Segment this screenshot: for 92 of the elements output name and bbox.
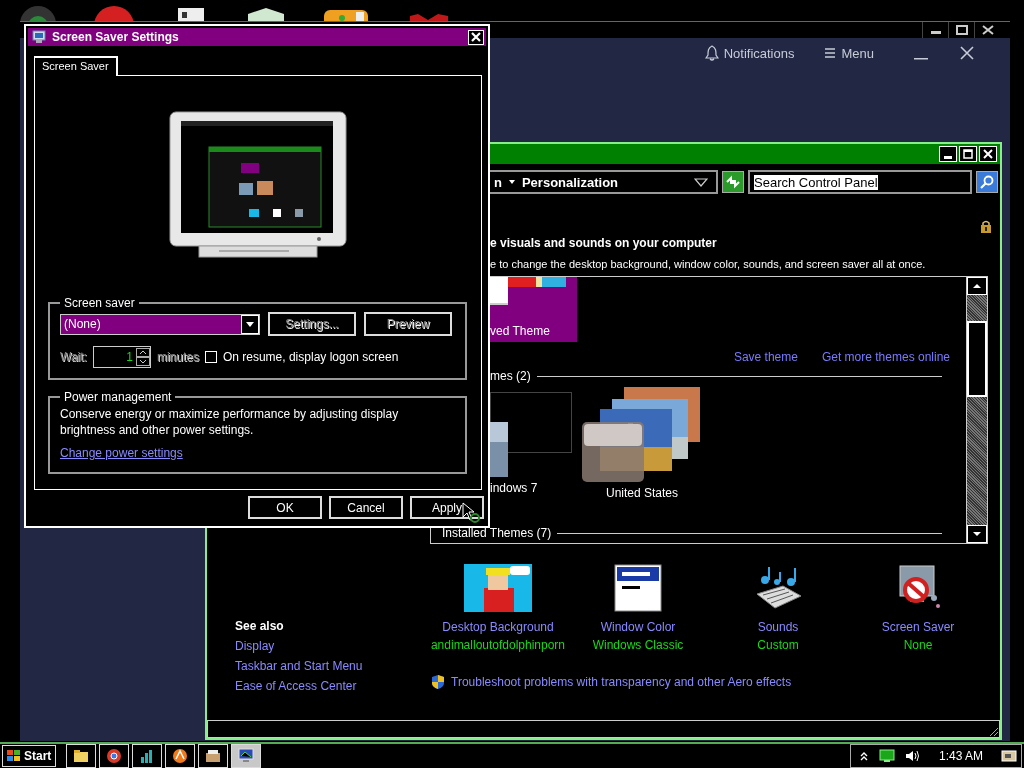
refresh-icon — [725, 175, 741, 189]
cursor-icon — [462, 502, 480, 524]
notifications-button[interactable]: Notifications — [704, 45, 795, 61]
resize-grip-icon[interactable] — [987, 725, 999, 737]
power-settings-link[interactable]: Change power settings — [60, 446, 183, 460]
taskbar-button[interactable] — [231, 744, 262, 768]
checkbox-label: On resume, display logon screen — [222, 350, 399, 364]
breadcrumb-item[interactable]: n — [494, 174, 502, 190]
save-theme-link[interactable]: Save theme — [733, 350, 798, 364]
setting-link[interactable]: Screen Saver — [881, 620, 955, 634]
taskbar-button[interactable] — [198, 744, 229, 768]
close-icon[interactable] — [981, 25, 994, 35]
notes-icon[interactable] — [1001, 749, 1017, 763]
tab[interactable]: Screen Saver — [34, 56, 118, 76]
folder-icon — [72, 747, 91, 765]
menu-icon — [824, 47, 837, 59]
search-button[interactable] — [976, 171, 998, 193]
screen-saver-dropdown[interactable]: (None) — [60, 313, 260, 335]
see-also-link[interactable]: Ease of Access Center — [235, 679, 428, 693]
minimize-button[interactable] — [939, 146, 957, 162]
search-icon — [980, 175, 994, 189]
see-also-link[interactable]: Display — [235, 639, 428, 653]
maximize-button[interactable] — [959, 146, 977, 162]
setting-link[interactable]: Sounds — [757, 620, 799, 634]
page-heading: e visuals and sounds on your computer — [490, 236, 718, 252]
see-also-link[interactable]: Taskbar and Start Menu — [235, 659, 428, 673]
monitor-icon — [32, 30, 46, 44]
search-field[interactable]: Search Control Panel — [748, 170, 972, 194]
setting-value: Custom — [757, 638, 799, 652]
page-description: e to change the desktop background, window color, sounds, and screen saver all at once. — [490, 258, 927, 272]
speaker-icon[interactable] — [904, 749, 921, 763]
down-arrow-icon — [972, 531, 982, 537]
scrollbar[interactable] — [966, 277, 987, 543]
setting-link[interactable]: Desktop Background — [442, 620, 554, 634]
scroll-thumb[interactable] — [967, 321, 987, 397]
spin-arrows-icon — [135, 348, 150, 366]
troubleshoot-link[interactable]: Troubleshoot problems with transparency and other Aero effects — [451, 675, 792, 689]
maximize-icon[interactable] — [955, 25, 968, 35]
close-icon[interactable] — [960, 46, 974, 60]
dropdown-icon[interactable] — [694, 177, 708, 187]
setting-link[interactable]: Window Color — [600, 620, 676, 634]
section-heading: Installed Themes (7) — [442, 526, 552, 540]
group-label: Screen saver — [63, 296, 136, 310]
monitor-icon — [237, 747, 256, 765]
caret-icon — [507, 179, 516, 185]
scanner-icon — [204, 747, 223, 765]
description-text: Conserve energy or maximize performance by adjusting display brightness and other power settings. — [60, 406, 400, 438]
group-label: Power management — [63, 390, 173, 404]
cancel-button[interactable]: Cancel — [329, 496, 403, 519]
window-color-icon[interactable] — [614, 564, 662, 612]
windows-logo-icon — [7, 750, 21, 762]
chevron-up-icon[interactable] — [858, 750, 869, 762]
close-button[interactable] — [979, 146, 997, 162]
scroll-down-button[interactable] — [967, 525, 987, 543]
theme-tile[interactable]: ved Theme — [490, 277, 577, 342]
checkbox[interactable] — [204, 351, 217, 363]
bell-icon — [704, 45, 719, 61]
monitor-icon[interactable] — [878, 749, 895, 763]
start-button[interactable]: Start — [2, 745, 57, 767]
taskbar-button[interactable] — [99, 744, 130, 768]
shield-icon — [431, 674, 445, 690]
wait-label: Wait: — [60, 350, 87, 364]
theme-item[interactable]: United States — [582, 387, 702, 500]
apply-button[interactable]: Apply — [410, 496, 484, 519]
scroll-up-button[interactable] — [967, 277, 987, 295]
menu-button[interactable]: Menu — [824, 45, 874, 61]
close-icon — [983, 149, 993, 159]
dropdown-arrow-icon — [246, 321, 254, 327]
section-heading: See also — [235, 619, 285, 633]
setting-value: Windows Classic — [592, 638, 684, 652]
refresh-button[interactable] — [722, 171, 744, 193]
browser-icon — [105, 747, 124, 765]
breadcrumb-item[interactable]: Personalization — [521, 174, 619, 190]
theme-item[interactable]: indows 7 — [490, 387, 572, 500]
clock[interactable]: 1:43 AM — [938, 749, 983, 763]
section-heading: mes (2) — [490, 369, 531, 383]
minimize-icon — [944, 156, 952, 159]
ok-button[interactable]: OK — [248, 496, 322, 519]
minutes-label: minutes — [156, 350, 199, 364]
taskbar-button[interactable] — [66, 744, 97, 768]
setting-value: andimalloutofdolphinporn — [430, 638, 566, 652]
more-themes-link[interactable]: Get more themes online — [821, 350, 950, 364]
window-title: Screen Saver Settings — [52, 30, 179, 44]
close-button[interactable] — [468, 29, 484, 45]
maximize-icon — [963, 149, 973, 159]
taskbar-button[interactable] — [132, 744, 163, 768]
setting-value: None — [903, 638, 933, 652]
padlock-icon[interactable] — [980, 220, 992, 234]
close-icon — [471, 32, 481, 42]
disc-icon — [171, 747, 190, 765]
up-arrow-icon — [972, 283, 982, 289]
taskbar-button[interactable] — [165, 744, 196, 768]
